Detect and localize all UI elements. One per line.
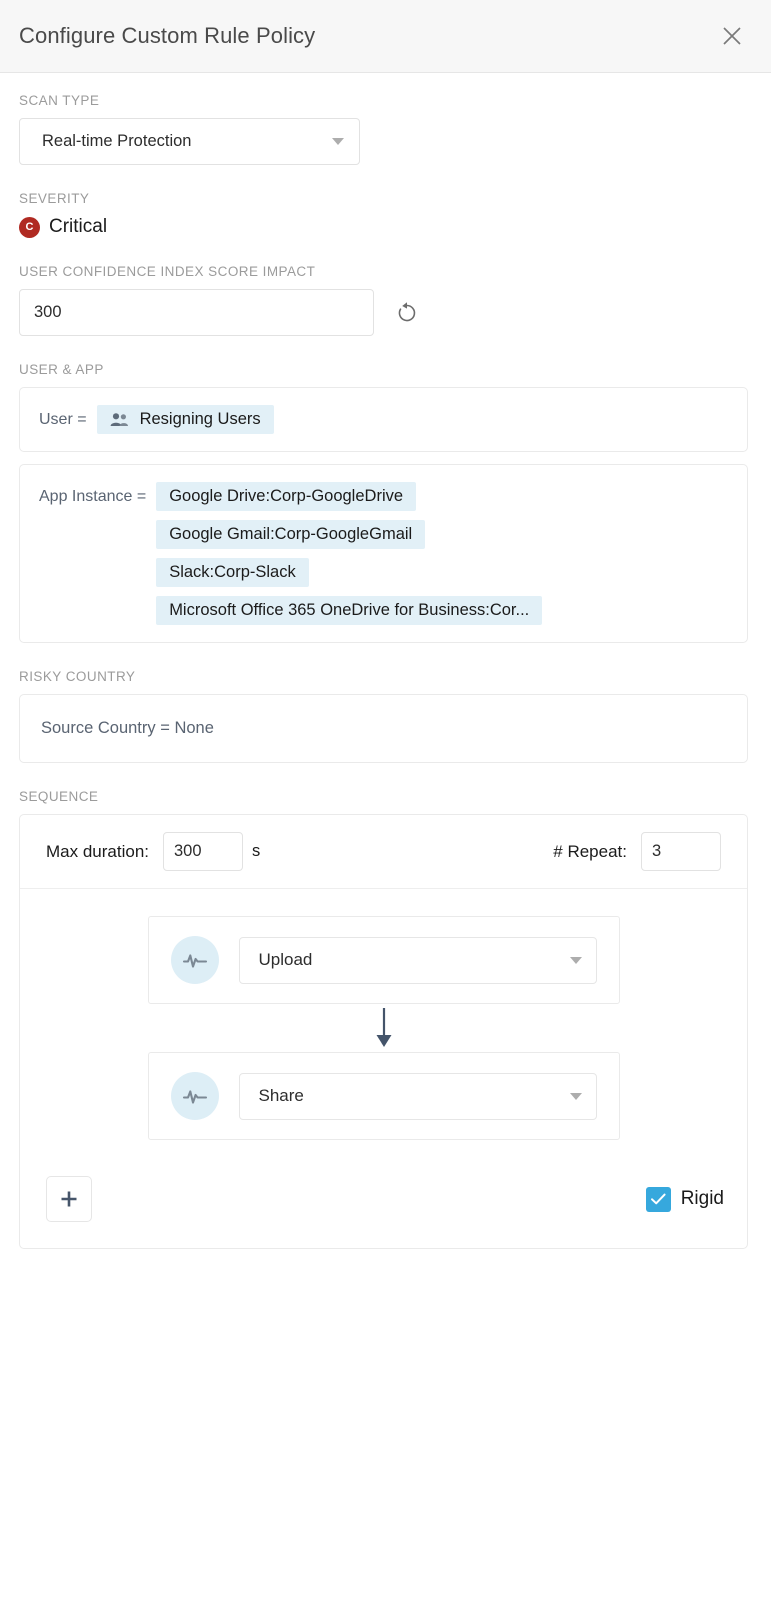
chevron-down-icon bbox=[569, 956, 582, 964]
app-instance-chip[interactable]: Google Gmail:Corp-GoogleGmail bbox=[156, 520, 426, 549]
user-chip-label: Resigning Users bbox=[139, 410, 261, 428]
activity-pulse-icon bbox=[170, 1072, 219, 1120]
score-impact-input[interactable] bbox=[19, 289, 374, 336]
user-chip-list: Resigning Users bbox=[96, 405, 274, 434]
app-instance-chip[interactable]: Slack:Corp-Slack bbox=[156, 558, 309, 587]
user-condition-panel[interactable]: User = Resigning Users bbox=[19, 387, 748, 452]
dialog-body: SCAN TYPE Real-time Protection SEVERITY … bbox=[0, 73, 771, 1293]
sequence-step-card: Upload bbox=[147, 916, 620, 1004]
risky-country-panel[interactable]: Source Country = None bbox=[19, 694, 748, 763]
reset-button[interactable] bbox=[394, 300, 420, 326]
scan-type-section: SCAN TYPE Real-time Protection bbox=[19, 93, 748, 165]
scan-type-select[interactable]: Real-time Protection bbox=[19, 118, 360, 165]
risky-country-condition: Source Country = None bbox=[41, 719, 214, 737]
rigid-checkbox-wrap[interactable]: Rigid bbox=[645, 1186, 724, 1212]
close-button[interactable] bbox=[715, 19, 749, 53]
scan-type-value: Real-time Protection bbox=[42, 132, 192, 150]
chevron-down-icon bbox=[332, 138, 344, 145]
app-instance-chip-list: Google Drive:Corp-GoogleDrive Google Gma… bbox=[156, 482, 543, 625]
severity-value-row: C Critical bbox=[19, 216, 748, 238]
page-title: Configure Custom Rule Policy bbox=[19, 23, 316, 48]
sequence-steps: Upload Share bbox=[20, 889, 747, 1140]
risky-country-section: RISKY COUNTRY Source Country = None bbox=[19, 669, 748, 763]
app-instance-condition-panel[interactable]: App Instance = Google Drive:Corp-GoogleD… bbox=[19, 464, 748, 643]
status-badge: C bbox=[19, 216, 40, 238]
chevron-down-icon bbox=[569, 1092, 582, 1100]
max-duration-unit: s bbox=[252, 842, 261, 860]
people-icon bbox=[110, 412, 129, 427]
rigid-label: Rigid bbox=[680, 1188, 724, 1209]
app-instance-chip[interactable]: Google Drive:Corp-GoogleDrive bbox=[156, 482, 417, 511]
sequence-panel: Max duration: s # Repeat: bbox=[19, 814, 748, 1249]
severity-label: SEVERITY bbox=[19, 191, 90, 206]
sequence-footer: Rigid bbox=[20, 1140, 747, 1248]
sequence-step-value: Upload bbox=[258, 950, 313, 969]
checkmark-icon bbox=[650, 1193, 666, 1205]
sequence-step-value: Share bbox=[258, 1086, 304, 1105]
user-app-label: USER & APP bbox=[19, 362, 104, 377]
arrow-down-icon bbox=[376, 1008, 391, 1047]
app-instance-condition-key: App Instance = bbox=[39, 488, 147, 505]
dialog-header: Configure Custom Rule Policy bbox=[0, 0, 771, 73]
activity-pulse-icon bbox=[170, 936, 219, 984]
repeat-label: # Repeat: bbox=[553, 841, 627, 861]
user-condition-row: User = Resigning Users bbox=[39, 405, 728, 434]
plus-icon bbox=[61, 1191, 77, 1207]
close-icon bbox=[723, 27, 741, 45]
sequence-step-select[interactable]: Share bbox=[238, 1072, 597, 1120]
app-instance-chip[interactable]: Microsoft Office 365 OneDrive for Busine… bbox=[156, 596, 543, 625]
rigid-checkbox[interactable] bbox=[645, 1186, 671, 1212]
max-duration-label: Max duration: bbox=[46, 841, 149, 861]
sequence-step-select[interactable]: Upload bbox=[238, 936, 597, 984]
sequence-step-card: Share bbox=[147, 1052, 620, 1140]
repeat-input[interactable] bbox=[641, 832, 721, 871]
user-chip[interactable]: Resigning Users bbox=[96, 405, 274, 434]
severity-value: Critical bbox=[49, 216, 108, 237]
reset-icon bbox=[398, 301, 416, 321]
user-condition-key: User = bbox=[39, 411, 87, 428]
user-app-section: USER & APP User = Resigning Users App In… bbox=[19, 362, 748, 643]
sequence-section: SEQUENCE Max duration: s # Repeat: bbox=[19, 789, 748, 1249]
score-impact-row bbox=[19, 289, 748, 336]
add-step-button[interactable] bbox=[46, 1176, 92, 1222]
max-duration-input[interactable] bbox=[163, 832, 243, 871]
sequence-label: SEQUENCE bbox=[19, 789, 99, 804]
sequence-connector bbox=[20, 1004, 747, 1052]
score-impact-section: USER CONFIDENCE INDEX SCORE IMPACT bbox=[19, 264, 748, 336]
configure-custom-rule-policy-dialog: Configure Custom Rule Policy SCAN TYPE R… bbox=[0, 0, 771, 1293]
scan-type-label: SCAN TYPE bbox=[19, 93, 100, 108]
app-instance-condition-row: App Instance = Google Drive:Corp-GoogleD… bbox=[39, 482, 728, 625]
severity-section: SEVERITY C Critical bbox=[19, 191, 748, 238]
sequence-settings-row: Max duration: s # Repeat: bbox=[20, 815, 747, 889]
risky-country-label: RISKY COUNTRY bbox=[19, 669, 136, 684]
score-impact-label: USER CONFIDENCE INDEX SCORE IMPACT bbox=[19, 264, 316, 279]
